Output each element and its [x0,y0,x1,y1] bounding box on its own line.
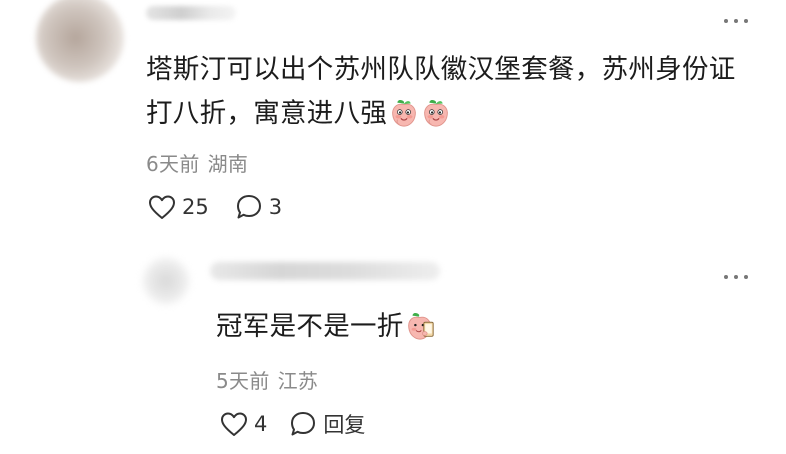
like-count: 25 [182,195,209,219]
reply-label: 回复 [323,413,366,437]
speech-bubble-icon [291,412,316,436]
peach-face-emoji [389,98,419,128]
reply-count: 3 [268,195,283,219]
commenter-avatar[interactable] [36,0,124,82]
more-dots-icon[interactable] [724,15,754,27]
reply-actions: 4 回复 [220,409,365,439]
reply-body: 冠军是不是一折 [216,311,404,342]
peach-face-emoji [421,98,451,128]
reply-button[interactable]: 回复 [289,409,365,439]
comment-text: 塔斯汀可以出个苏州队队徽汉堡套餐，苏州身份证打八折，寓意进八强 [146,48,746,136]
commenter-name-blurred[interactable] [146,6,236,20]
heart-outline-icon [149,195,175,219]
like-count: 4 [254,412,268,436]
reply-text: 冠军是不是一折 [216,305,436,349]
reply-meta: 5天前 江苏 [216,365,318,394]
comment-meta: 6天前 湖南 [146,148,248,177]
like-button[interactable]: 4 [220,411,267,437]
comment-location: 湖南 [207,152,249,176]
comment-actions: 25 3 [148,193,282,221]
peach-face-phone-emoji [406,311,436,341]
like-button[interactable]: 25 [148,194,209,220]
speech-bubble-icon [236,195,261,219]
replier-name-blurred[interactable] [210,262,440,280]
reply-location: 江苏 [277,369,319,393]
reply-count-button[interactable]: 3 [235,193,282,221]
replier-avatar[interactable] [143,258,189,304]
reply-time: 5天前 [216,369,270,393]
comment-time: 6天前 [146,152,200,176]
heart-outline-icon [221,412,247,436]
more-dots-icon[interactable] [724,271,754,283]
